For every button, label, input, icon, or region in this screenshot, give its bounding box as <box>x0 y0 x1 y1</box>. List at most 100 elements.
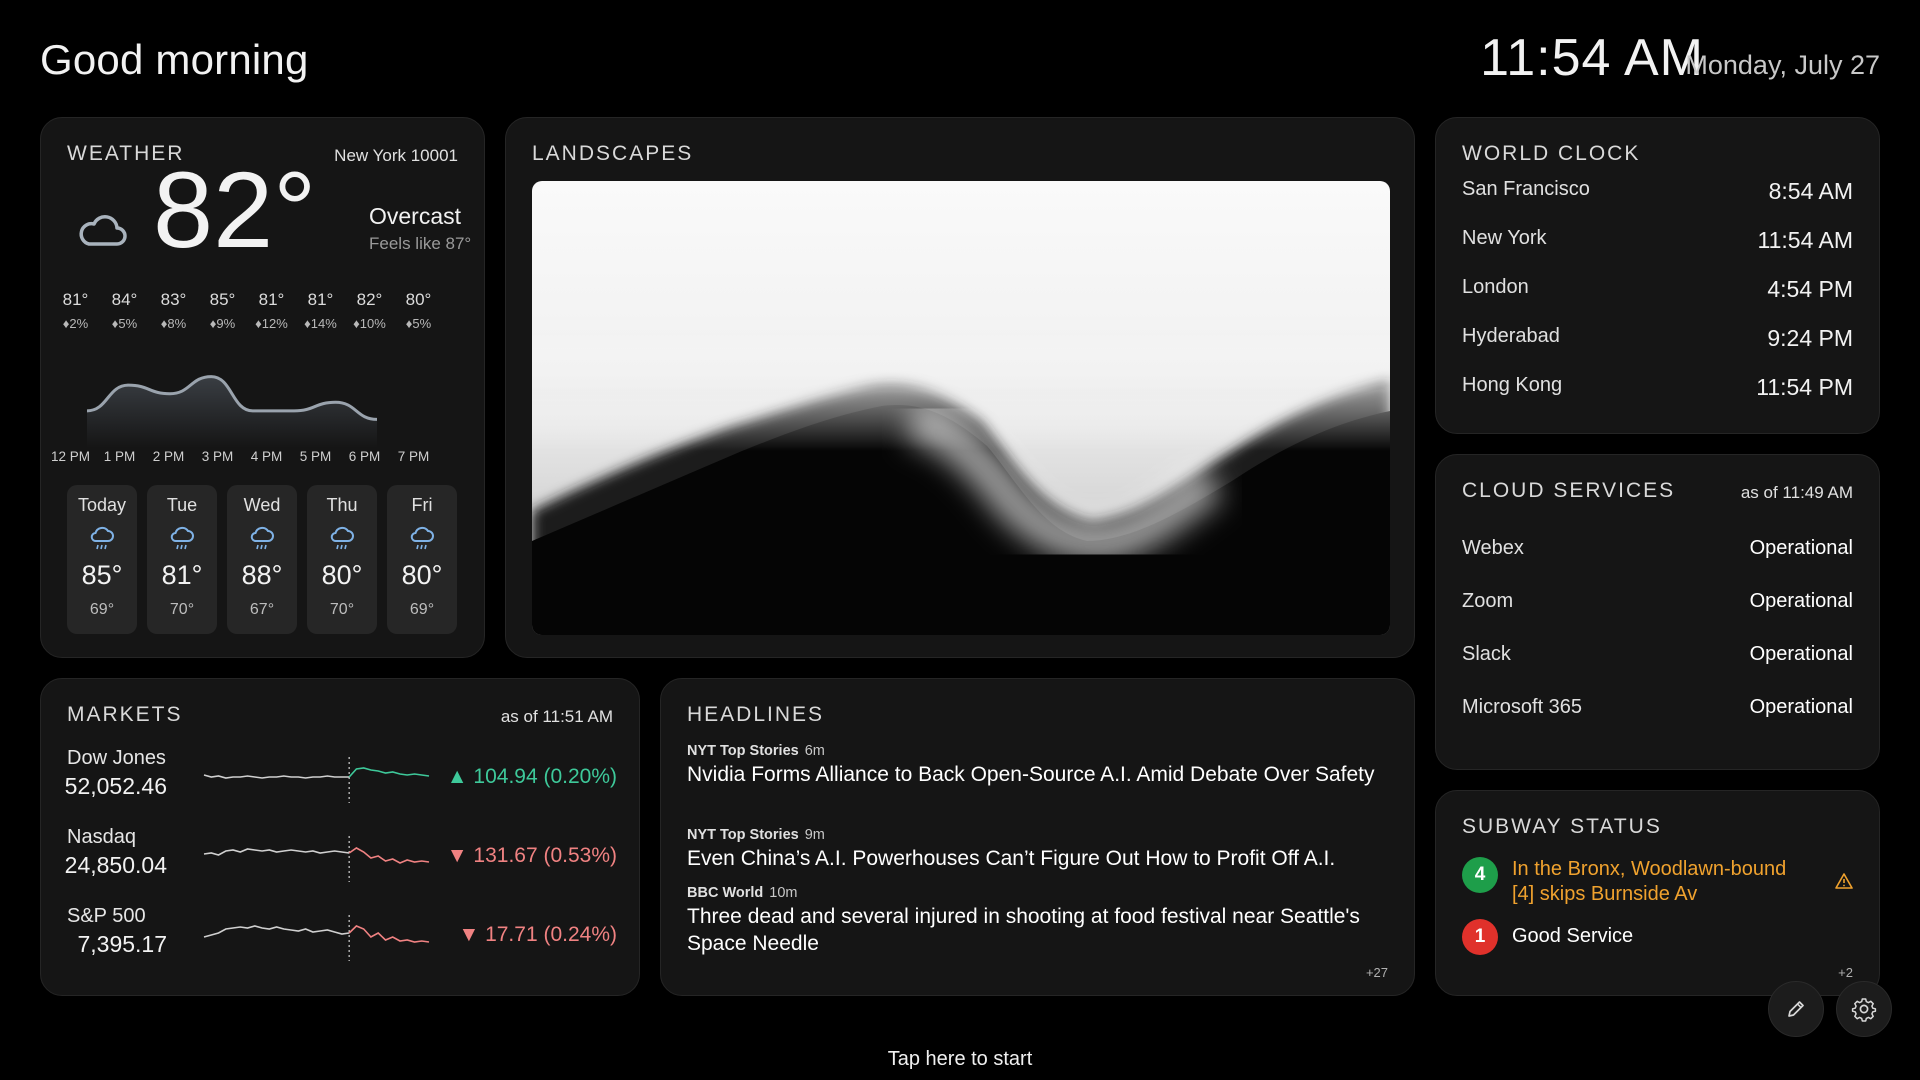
day-high: 85° <box>81 560 123 590</box>
hourly-item: 83° ♦8% <box>149 290 198 331</box>
market-name: Dow Jones <box>67 747 166 769</box>
hourly-temp: 80° <box>405 290 432 309</box>
pencil-icon <box>1788 1001 1804 1017</box>
world-clock-row: Hong Kong 11:54 PM <box>1462 374 1853 401</box>
subway-title: SUBWAY STATUS <box>1462 815 1662 838</box>
markets-title: MARKETS <box>67 703 183 726</box>
city-time: 4:54 PM <box>1767 276 1853 302</box>
hourly-precip: ♦10% <box>353 316 386 331</box>
daily-forecast: Today 85° 69° Tue 81° 70° Wed 88° 67° Thu 80° 70° Fr… <box>67 485 457 634</box>
dashboard[interactable]: Good morning 11:54 AM Monday, July 27 WE… <box>0 0 1920 1080</box>
market-change: ▼ 17.71 (0.24%) <box>458 923 617 946</box>
markets-card[interactable]: MARKETS as of 11:51 AM Dow Jones 52,052.4… <box>40 678 640 996</box>
hourly-item: 82° ♦10% <box>345 290 394 331</box>
edit-button[interactable] <box>1768 981 1824 1037</box>
rain-icon <box>67 526 137 552</box>
daily-forecast-wed[interactable]: Wed 88° 67° <box>227 485 297 634</box>
hourly-item: 84° ♦5% <box>100 290 149 331</box>
subway-line-status: In the Bronx, Woodlawn-bound [4] skips B… <box>1512 858 1787 905</box>
current-temperature: 82° <box>153 149 317 270</box>
headline-age: 6m <box>804 743 825 759</box>
settings-button[interactable] <box>1836 981 1892 1037</box>
market-sparkline <box>203 915 430 961</box>
temperature-area <box>87 376 377 448</box>
sparkline-today <box>348 767 430 778</box>
day-name: Thu <box>326 495 358 515</box>
subway-line-row[interactable]: 1 Good Service <box>1462 919 1853 955</box>
world-clock-title: WORLD CLOCK <box>1462 142 1641 165</box>
hourly-temp: 82° <box>356 290 383 309</box>
day-name: Tue <box>166 495 198 515</box>
market-row[interactable]: Dow Jones 52,052.46 ▲ 104.94 (0.20%) <box>64 747 617 817</box>
world-clock-row: New York 11:54 AM <box>1462 227 1853 254</box>
headline-title: Three dead and several injured in shooti… <box>687 905 1360 955</box>
warning-icon <box>1835 873 1853 889</box>
service-row: Zoom Operational <box>1462 590 1853 613</box>
greeting: Good morning <box>40 36 309 83</box>
sparkline-previous <box>203 774 350 779</box>
daily-forecast-today[interactable]: Today 85° 69° <box>67 485 137 634</box>
world-clock-row: San Francisco 8:54 AM <box>1462 178 1853 205</box>
sparkline-today <box>348 847 430 864</box>
day-low: 69° <box>409 601 435 618</box>
daily-forecast-thu[interactable]: Thu 80° 70° <box>307 485 377 634</box>
hour-label: 4 PM <box>250 449 283 464</box>
hour-label: 3 PM <box>201 449 234 464</box>
hourly-precip: ♦9% <box>209 316 236 331</box>
daily-forecast-fri[interactable]: Fri 80° 69° <box>387 485 457 634</box>
feels-like: Feels like 87° <box>369 234 472 253</box>
city-time: 9:24 PM <box>1767 325 1853 351</box>
day-high: 80° <box>321 560 363 590</box>
city-name: New York <box>1462 227 1547 249</box>
rain-icon <box>227 526 297 552</box>
world-clock-row: Hyderabad 9:24 PM <box>1462 325 1853 352</box>
headline-age: 9m <box>804 827 825 843</box>
subway-line-status: Good Service <box>1512 925 1634 947</box>
landscape-photo[interactable] <box>532 181 1390 635</box>
service-status: Operational <box>1749 590 1853 612</box>
rain-icon <box>307 526 377 552</box>
city-name: Hyderabad <box>1462 325 1560 347</box>
daily-forecast-tue[interactable]: Tue 81° 70° <box>147 485 217 634</box>
world-clock-card[interactable]: WORLD CLOCK San Francisco 8:54 AM New York… <box>1435 117 1880 434</box>
subway-status-card[interactable]: SUBWAY STATUS 4 In the Bronx, Woodlawn-bo… <box>1435 790 1880 996</box>
service-name: Webex <box>1462 537 1524 559</box>
hourly-item: 81° ♦12% <box>247 290 296 331</box>
city-name: London <box>1462 276 1529 298</box>
market-row[interactable]: S&P 500 7,395.17 ▼ 17.71 (0.24%) <box>67 905 617 975</box>
headline-source-line: NYT Top Stories 9m <box>687 827 1397 843</box>
hourly-item: 85° ♦9% <box>198 290 247 331</box>
gear-icon <box>1851 998 1877 1022</box>
hourly-item: 81° ♦2% <box>51 290 100 331</box>
subway-line-row[interactable]: 4 In the Bronx, Woodlawn-bound [4] skips … <box>1462 857 1853 907</box>
headlines-card[interactable]: HEADLINES NYT Top Stories 6m Nvidia Forms … <box>660 678 1415 996</box>
hour-label: 1 PM <box>103 449 136 464</box>
markets-timestamp: as of 11:51 AM <box>500 707 613 726</box>
weather-card[interactable]: WEATHER New York 10001 82° Overcast Feel… <box>40 117 485 658</box>
hour-label: 12 PM <box>50 449 91 464</box>
headline-source-line: BBC World 10m <box>687 885 1397 901</box>
hour-label: 2 PM <box>152 449 185 464</box>
service-row: Slack Operational <box>1462 643 1853 666</box>
hourly-temp: 81° <box>258 290 285 309</box>
day-high: 81° <box>161 560 203 590</box>
market-row[interactable]: Nasdaq 24,850.04 ▼ 131.67 (0.53%) <box>65 826 617 896</box>
current-date: Monday, July 27 <box>1685 50 1880 80</box>
headline-item[interactable]: NYT Top Stories 9m Even China’s A.I. Power… <box>687 827 1397 872</box>
headline-item[interactable]: BBC World 10m Three dead and several injur… <box>687 885 1397 957</box>
cloud-services-card[interactable]: CLOUD SERVICES as of 11:49 AM Webex Opera… <box>1435 454 1880 770</box>
headline-item[interactable]: NYT Top Stories 6m Nvidia Forms Alliance t… <box>687 743 1397 788</box>
tap-to-start[interactable]: Tap here to start <box>0 1048 1920 1071</box>
hourly-temp: 85° <box>209 290 236 309</box>
headline-age: 10m <box>769 885 798 901</box>
market-name: Nasdaq <box>67 826 136 848</box>
hourly-precip: ♦2% <box>62 316 89 331</box>
day-low: 70° <box>329 601 355 618</box>
headline-source: BBC World <box>687 885 764 901</box>
hourly-precip: ♦5% <box>405 316 432 331</box>
landscapes-card[interactable]: LANDSCAPES <box>505 117 1415 658</box>
market-value: 52,052.46 <box>64 773 167 799</box>
hourly-precip: ♦14% <box>304 316 337 331</box>
city-time: 11:54 AM <box>1757 227 1853 253</box>
market-change: ▲ 104.94 (0.20%) <box>446 765 617 788</box>
